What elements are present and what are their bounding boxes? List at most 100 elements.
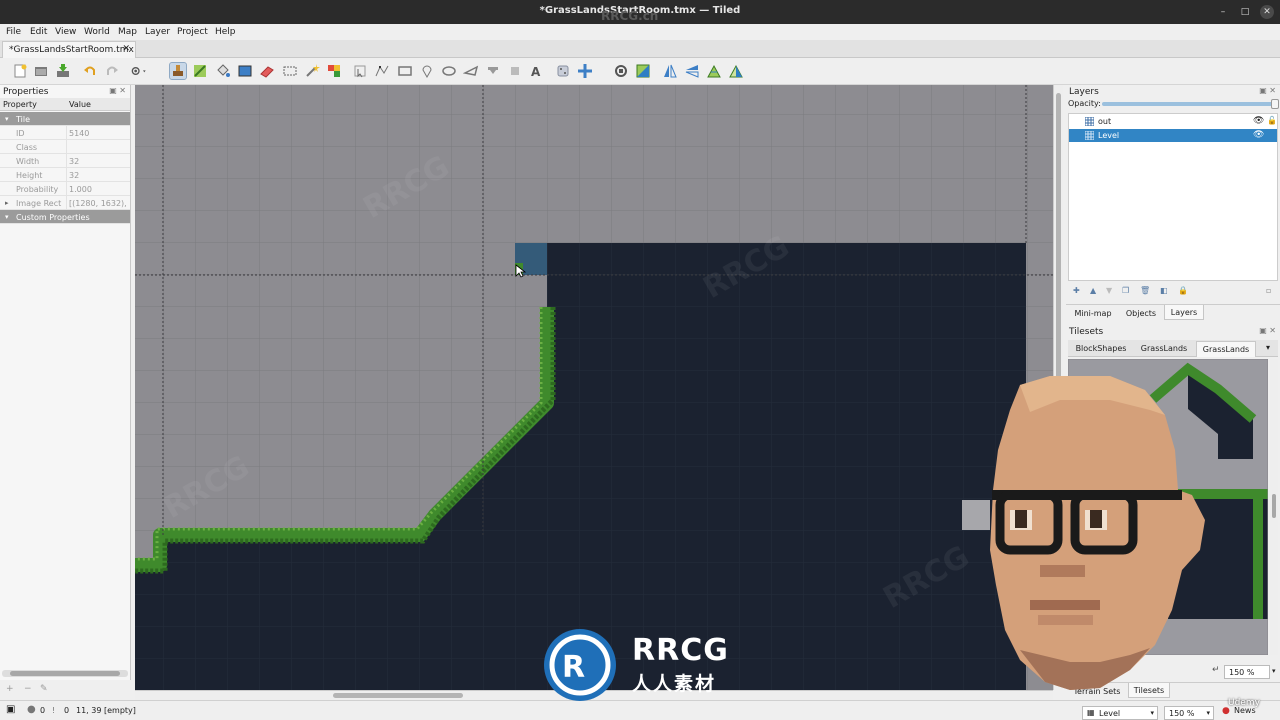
random-mode-icon[interactable] — [555, 63, 571, 79]
magic-wand-icon[interactable] — [304, 63, 320, 79]
new-map-icon[interactable] — [12, 63, 28, 79]
close-window-icon[interactable]: ✕ — [1260, 5, 1274, 19]
tileset-menu-icon[interactable]: ▾ — [1266, 343, 1270, 352]
panel-float-close-icon[interactable]: ▣ ✕ — [1259, 326, 1276, 335]
column-value: Value — [69, 100, 91, 109]
highlight-icon[interactable] — [728, 63, 744, 79]
raise-layer-icon[interactable]: ▲ — [1090, 286, 1100, 296]
menu-view[interactable]: View — [55, 27, 76, 37]
wang-fill-mode-icon[interactable] — [577, 63, 593, 79]
lower-layer-icon[interactable]: ▼ — [1106, 286, 1116, 296]
tab-objects[interactable]: Objects — [1120, 305, 1162, 320]
visibility-eye-icon[interactable]: 👁 — [1253, 116, 1264, 126]
property-row[interactable]: Class — [0, 140, 130, 154]
flip-vertical-icon[interactable] — [684, 63, 700, 79]
layer-row-level[interactable]: Level 👁 — [1069, 129, 1277, 142]
property-row[interactable]: Height 32 — [0, 168, 130, 182]
menu-help[interactable]: Help — [215, 27, 236, 37]
menu-edit[interactable]: Edit — [30, 27, 47, 37]
world-tool-icon[interactable] — [706, 63, 722, 79]
properties-panel: Properties ▣ ✕ Property Value ▾ Tile ID 5… — [0, 85, 131, 680]
insert-polygon-icon[interactable] — [463, 63, 479, 79]
tab-grasslands[interactable]: GrassLands — [1134, 341, 1194, 357]
document-tab[interactable]: *GrassLandsStartRoom.tmx ✕ — [2, 41, 136, 58]
tile-layer-icon: ▦ — [1087, 708, 1095, 717]
panel-float-close-icon[interactable]: ▣ ✕ — [109, 86, 126, 95]
menu-layer[interactable]: Layer — [145, 27, 170, 37]
menu-map[interactable]: Map — [118, 27, 137, 37]
show-hide-others-icon[interactable]: ◧ — [1160, 286, 1170, 296]
property-row[interactable]: ▸Image Rect[(1280, 1632), ... — [0, 196, 130, 210]
commands-icon[interactable] — [131, 63, 155, 79]
opacity-slider-handle[interactable] — [1271, 99, 1279, 109]
tab-layers[interactable]: Layers — [1164, 305, 1204, 320]
opacity-slider[interactable] — [1102, 102, 1274, 106]
insert-tile-icon[interactable] — [485, 63, 501, 79]
layer-menu-icon[interactable]: ▫ — [1266, 286, 1276, 296]
minimize-icon[interactable]: – — [1216, 5, 1230, 19]
insert-rectangle-icon[interactable] — [397, 63, 413, 79]
main-toolbar: A — [0, 58, 1280, 85]
warning-icon[interactable]: ! — [52, 706, 55, 715]
zoom-dropdown-icon[interactable]: ▾ — [1272, 667, 1276, 675]
insert-point-icon[interactable] — [419, 63, 435, 79]
layer-row-out[interactable]: out 👁 🔓 — [1069, 115, 1277, 128]
insert-template-icon[interactable] — [507, 63, 523, 79]
edit-polygons-icon[interactable] — [374, 63, 390, 79]
console-icon[interactable]: ▣ — [6, 704, 15, 715]
shape-fill-icon[interactable] — [237, 63, 253, 79]
svg-text:A: A — [531, 65, 541, 79]
close-tab-icon[interactable]: ✕ — [122, 44, 130, 54]
maximize-icon[interactable]: □ — [1238, 5, 1252, 19]
visibility-eye-icon[interactable]: 👁 — [1253, 130, 1264, 140]
remove-property-icon[interactable]: − — [24, 684, 32, 694]
column-property: Property — [3, 100, 37, 109]
dropdown-icon: ▾ — [1150, 709, 1154, 717]
duplicate-layer-icon[interactable]: ❐ — [1122, 286, 1132, 296]
undo-icon[interactable] — [82, 63, 98, 79]
flip-horizontal-icon[interactable] — [662, 63, 678, 79]
tileset-scrollbar[interactable] — [1270, 359, 1278, 655]
tab-grasslands-active[interactable]: GrassLands — [1196, 341, 1256, 357]
tab-blockshapes[interactable]: BlockShapes — [1070, 341, 1132, 357]
open-icon[interactable] — [33, 63, 49, 79]
insert-ellipse-icon[interactable] — [441, 63, 457, 79]
rotate-left-icon[interactable] — [613, 63, 629, 79]
select-same-tile-icon[interactable] — [326, 63, 342, 79]
layer-list: out 👁 🔓 Level 👁 — [1068, 113, 1278, 281]
eraser-icon[interactable] — [259, 63, 275, 79]
rectangle-select-icon[interactable] — [282, 63, 298, 79]
lock-icon[interactable]: 🔓 — [1267, 116, 1277, 125]
property-row[interactable]: ID 5140 — [0, 126, 130, 140]
insert-text-icon[interactable]: A — [528, 63, 544, 79]
property-row[interactable]: Width 32 — [0, 154, 130, 168]
new-layer-icon[interactable]: ✚ — [1073, 286, 1083, 296]
error-icon[interactable]: ● — [27, 704, 36, 715]
delete-layer-icon[interactable]: 🗑 — [1140, 286, 1150, 296]
properties-title: Properties — [3, 87, 49, 97]
redo-icon[interactable] — [104, 63, 120, 79]
collapse-arrow-icon: ▾ — [5, 115, 9, 123]
save-icon[interactable] — [55, 63, 71, 79]
add-property-icon[interactable]: + — [6, 684, 14, 694]
tileset-zoom[interactable]: 150 % — [1224, 665, 1270, 679]
zoom-combo[interactable]: 150 % ▾ — [1164, 706, 1214, 720]
menu-file[interactable]: File — [6, 27, 21, 37]
group-tile[interactable]: ▾ Tile — [0, 112, 130, 126]
lock-others-icon[interactable]: 🔒 — [1178, 286, 1188, 296]
edit-property-icon[interactable]: ✎ — [40, 684, 48, 694]
stamp-brush-icon[interactable] — [169, 62, 187, 80]
layer-combo[interactable]: ▦ Level ▾ — [1082, 706, 1158, 720]
layers-panel: Layers ▣ ✕ Opacity: out 👁 🔓 Level 👁 ✚ ▲ … — [1066, 85, 1280, 323]
property-row[interactable]: Probability 1.000 — [0, 182, 130, 196]
menu-project[interactable]: Project — [177, 27, 208, 37]
menu-world[interactable]: World — [84, 27, 110, 37]
bucket-fill-icon[interactable] — [215, 63, 231, 79]
rotate-right-icon[interactable] — [635, 63, 651, 79]
panel-float-close-icon[interactable]: ▣ ✕ — [1259, 86, 1276, 95]
properties-scrollbar[interactable] — [2, 670, 128, 677]
tab-mini-map[interactable]: Mini-map — [1068, 305, 1118, 320]
group-custom-properties[interactable]: ▾ Custom Properties — [0, 210, 130, 224]
terrain-brush-icon[interactable] — [192, 63, 208, 79]
select-objects-icon[interactable] — [352, 63, 368, 79]
